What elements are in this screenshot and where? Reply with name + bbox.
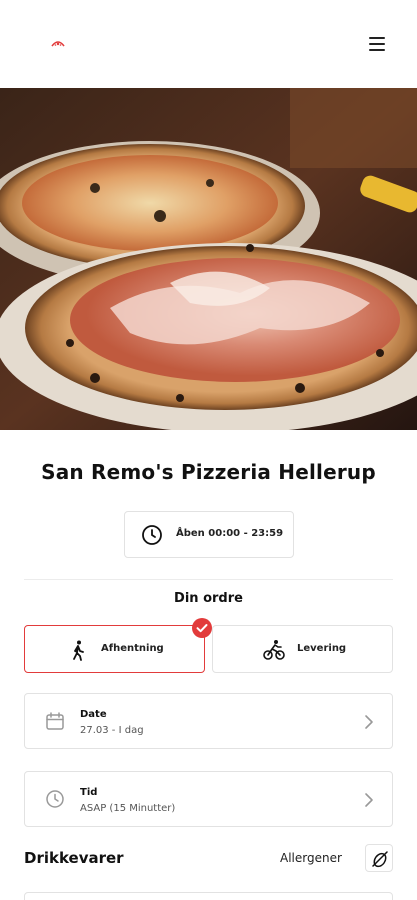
time-value: ASAP (15 Minutter) [80,803,176,814]
chevron-right-icon [365,715,373,729]
restaurant-name: San Remo's Pizzeria Hellerup [41,460,376,484]
pickup-option-button[interactable]: Afhentning [24,625,205,673]
chevron-right-icon [365,793,373,807]
pickup-option-label: Afhentning [101,643,164,654]
clock-icon [46,790,64,808]
time-selector[interactable]: Tid ASAP (15 Minutter) [24,771,393,827]
opening-hours-badge: Åben 00:00 - 23:59 [124,511,294,558]
date-value: 27.03 - I dag [80,725,144,736]
hero-pizza-photo [0,88,417,430]
allergen-button[interactable] [365,844,393,872]
order-section-title: Din ordre [174,591,243,606]
date-selector[interactable]: Date 27.03 - I dag [24,693,393,749]
cyclist-icon [263,640,285,660]
app-header [0,0,417,88]
hamburger-menu-icon[interactable] [366,34,390,54]
allergen-icon [372,851,388,868]
menu-item-card[interactable] [24,892,393,900]
time-label: Tid [80,787,98,798]
selected-check-icon [192,618,212,638]
menu-category-title: Drikkevarer [24,849,124,867]
delivery-option-label: Levering [297,643,347,654]
date-label: Date [80,709,107,720]
calendar-icon [46,712,64,730]
divider [24,579,393,580]
delivery-option-button[interactable]: Levering [212,625,393,673]
walking-person-icon [73,640,84,661]
allergen-label[interactable]: Allergener [280,851,342,865]
opening-hours-text: Åben 00:00 - 23:59 [176,528,284,539]
pizzeria-logo-icon[interactable] [50,38,66,48]
clock-icon [142,525,162,545]
